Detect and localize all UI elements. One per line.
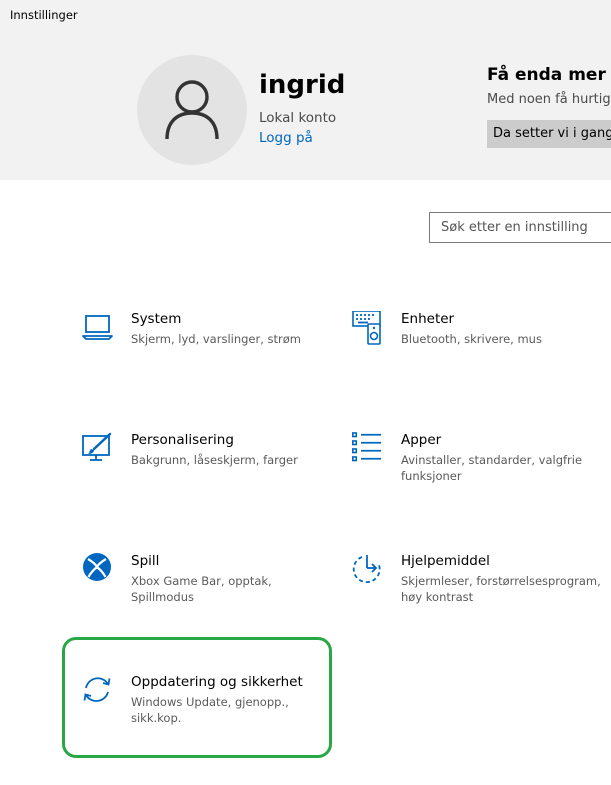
devices-icon [352,310,386,345]
apps-list-icon [352,432,386,466]
profile-header: ingrid Lokal konto Logg på Få enda mer u… [0,30,611,180]
search-input[interactable] [430,213,611,242]
avatar[interactable] [137,55,247,165]
search-box[interactable] [429,212,611,243]
laptop-icon [82,311,116,345]
category-devices-label: Enheter [401,311,455,327]
promo-text: Med noen få hurtigv [487,92,611,107]
title-bar: Innstillinger [0,0,611,30]
category-devices-desc: Bluetooth, skrivere, mus [401,332,542,346]
user-icon [165,80,219,140]
user-name: ingrid [259,70,346,100]
xbox-icon [82,553,116,587]
sign-in-link[interactable]: Logg på [259,130,313,146]
category-gaming-label: Spill [131,553,160,569]
promo-title: Få enda mer u [487,65,611,85]
account-type: Lokal konto [259,110,337,126]
personalization-icon [82,432,116,466]
highlight-outline [62,637,332,758]
category-ease-of-access-desc: Skjermleser, forstørrelsesprogram, høy k… [401,574,601,604]
category-personalization-desc: Bakgrunn, låseskjerm, farger [131,453,298,467]
category-system-desc: Skjerm, lyd, varslinger, strøm [131,332,302,346]
category-ease-of-access-label: Hjelpemiddel [401,553,490,569]
window-title: Innstillinger [10,8,78,22]
category-personalization-label: Personalisering [131,432,234,448]
category-apps-label: Apper [401,432,442,448]
promo-button[interactable]: Da setter vi i gang! [487,120,611,148]
category-gaming-desc: Xbox Game Bar, opptak, Spillmodus [131,574,272,604]
category-system-label: System [131,311,182,327]
ease-of-access-icon [352,553,386,587]
category-apps-desc: Avinstaller, standarder, valgfrie funksj… [401,453,583,483]
